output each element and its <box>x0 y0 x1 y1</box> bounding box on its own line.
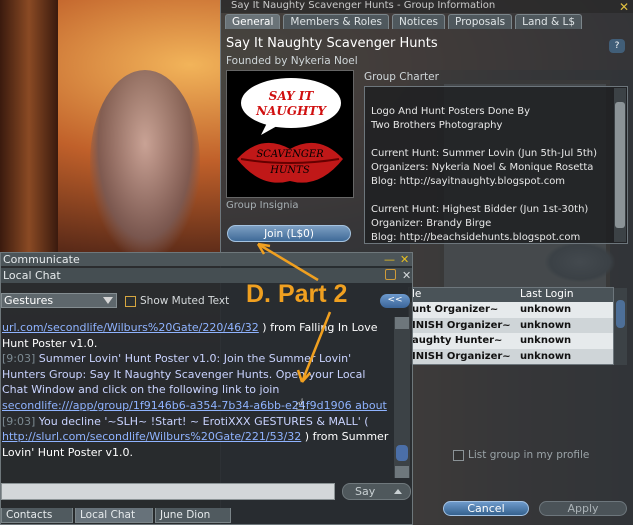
gestures-dropdown[interactable]: Gestures <box>1 293 117 308</box>
chat-input[interactable] <box>1 483 335 500</box>
tab-proposals[interactable]: Proposals <box>448 14 513 29</box>
member-last-login: unknown <box>519 319 572 331</box>
show-muted-option[interactable]: Show Muted Text <box>125 295 229 307</box>
apply-button[interactable]: Apply <box>539 501 627 516</box>
chat-message: [9:03] Summer Lovin' Hunt Poster v1.0: J… <box>2 352 387 412</box>
scroll-up-icon[interactable] <box>395 317 409 329</box>
tear-off-icon[interactable] <box>385 269 396 280</box>
embracing-figures <box>90 70 200 255</box>
show-muted-checkbox[interactable] <box>125 295 136 307</box>
chevron-down-icon <box>103 297 113 304</box>
tab-local-chat-label: Local Chat <box>80 509 136 521</box>
charter-label: Group Charter <box>364 71 439 83</box>
join-button[interactable]: Join (L$0) <box>227 225 351 242</box>
chat-link[interactable]: http://slurl.com/secondlife/Wilburs%20Ga… <box>2 430 301 443</box>
group-about-link[interactable]: about <box>355 399 387 412</box>
member-title: INISH Organizer~ <box>412 350 511 362</box>
gestures-label: Gestures <box>4 294 54 307</box>
list-in-profile-option[interactable]: List group in my profile <box>453 449 589 461</box>
timestamp: [9:03] <box>2 352 36 366</box>
charter-scrollbar[interactable] <box>614 88 626 242</box>
group-name: Say It Naughty Scavenger Hunts <box>226 36 438 51</box>
member-title: aughty Hunter~ <box>412 335 503 346</box>
local-chat-title: Local Chat <box>3 269 61 282</box>
founded-by: Founded by Nykeria Noel <box>226 55 358 67</box>
tab-june-dion[interactable]: June Dion <box>155 508 231 523</box>
communicate-window: Communicate — ✕ Local Chat ✕ Gestures Sh… <box>0 252 413 525</box>
members-scrollbar[interactable] <box>614 288 627 365</box>
group-tabs: General Members & Roles Notices Proposal… <box>225 14 583 29</box>
charter-scroll-thumb[interactable] <box>615 102 625 228</box>
members-table: le Last Login unt Organizer~ unknown INIS… <box>408 287 627 365</box>
toggle-panel-button[interactable]: << <box>380 294 410 308</box>
insignia-word-1: SAY IT <box>269 89 315 103</box>
table-row[interactable]: aughty Hunter~ unknown <box>409 333 613 349</box>
insignia-label: Group Insignia <box>226 200 299 211</box>
hand-cursor-icon: ☝ <box>295 395 305 414</box>
cancel-button[interactable]: Cancel <box>443 501 529 516</box>
list-in-profile-checkbox[interactable] <box>453 449 464 461</box>
table-row[interactable]: INISH Organizer~ unknown <box>409 317 613 333</box>
chat-scrollbar[interactable] <box>394 317 410 478</box>
chat-tabs: Contacts Local Chat June Dion <box>1 508 231 525</box>
timestamp: [9:03] <box>2 414 36 428</box>
say-button[interactable]: Say <box>342 483 411 500</box>
tab-general[interactable]: General <box>225 14 281 29</box>
list-in-profile-label: List group in my profile <box>468 449 590 461</box>
insignia-logo: SAY IT NAUGHTY SCAVENGER HUNTS <box>237 78 343 183</box>
chat-link[interactable]: url.com/secondlife/Wilburs%20Gate/220/46… <box>2 321 259 334</box>
group-charter[interactable]: Logo And Hunt Posters Done By Two Brothe… <box>364 86 628 244</box>
minimize-icon[interactable]: — <box>384 253 395 266</box>
member-last-login: unknown <box>519 304 572 315</box>
members-table-header: le Last Login <box>409 288 613 302</box>
chat-message: url.com/secondlife/Wilburs%20Gate/220/46… <box>2 321 378 350</box>
tab-members-roles[interactable]: Members & Roles <box>283 14 390 29</box>
chat-message: [9:03] You decline '~SLH~ !Start! ~ Erot… <box>2 414 389 459</box>
insignia-word-2: NAUGHTY <box>255 104 327 118</box>
table-row[interactable]: INISH Organizer~ unknown <box>409 348 613 364</box>
scroll-down-icon[interactable] <box>395 466 409 478</box>
tab-notices[interactable]: Notices <box>392 14 446 29</box>
say-label: Say <box>355 485 376 498</box>
close-tab-icon[interactable]: ✕ <box>402 268 411 283</box>
members-scroll-thumb[interactable] <box>616 300 625 328</box>
tab-contacts[interactable]: Contacts <box>1 508 73 523</box>
member-title: INISH Organizer~ <box>412 319 511 331</box>
member-title: unt Organizer~ <box>412 304 499 315</box>
chevron-up-icon[interactable] <box>394 489 402 494</box>
chat-scroll-thumb[interactable] <box>396 445 408 461</box>
show-muted-label: Show Muted Text <box>140 295 230 307</box>
group-insignia: SAY IT NAUGHTY SCAVENGER HUNTS <box>226 70 354 198</box>
tab-local-chat[interactable]: Local Chat <box>75 508 153 525</box>
chat-history: url.com/secondlife/Wilburs%20Gate/220/46… <box>2 320 391 468</box>
member-last-login: unknown <box>519 350 572 362</box>
wooden-frame-left <box>0 0 58 255</box>
communicate-title-bar: Communicate — ✕ <box>1 253 412 266</box>
table-row[interactable]: unt Organizer~ unknown <box>409 302 613 318</box>
column-header-title[interactable]: le <box>409 288 517 302</box>
close-icon[interactable]: ✕ <box>400 253 409 266</box>
close-icon[interactable]: ✕ <box>619 0 629 14</box>
tab-land[interactable]: Land & L$ <box>515 14 583 29</box>
help-button[interactable]: ? <box>609 39 625 53</box>
communicate-title: Communicate <box>3 253 80 266</box>
annotation-label: D. Part 2 <box>246 280 348 308</box>
charter-text: Logo And Hunt Posters Done By Two Brothe… <box>371 106 597 243</box>
group-window-title: Say It Naughty Scavenger Hunts - Group I… <box>221 0 633 13</box>
local-chat-header: Local Chat ✕ <box>1 268 412 283</box>
column-header-last-login[interactable]: Last Login <box>517 288 613 302</box>
member-last-login: unknown <box>519 335 572 346</box>
insignia-word-3: SCAVENGER <box>256 149 324 160</box>
insignia-word-4: HUNTS <box>269 165 310 176</box>
